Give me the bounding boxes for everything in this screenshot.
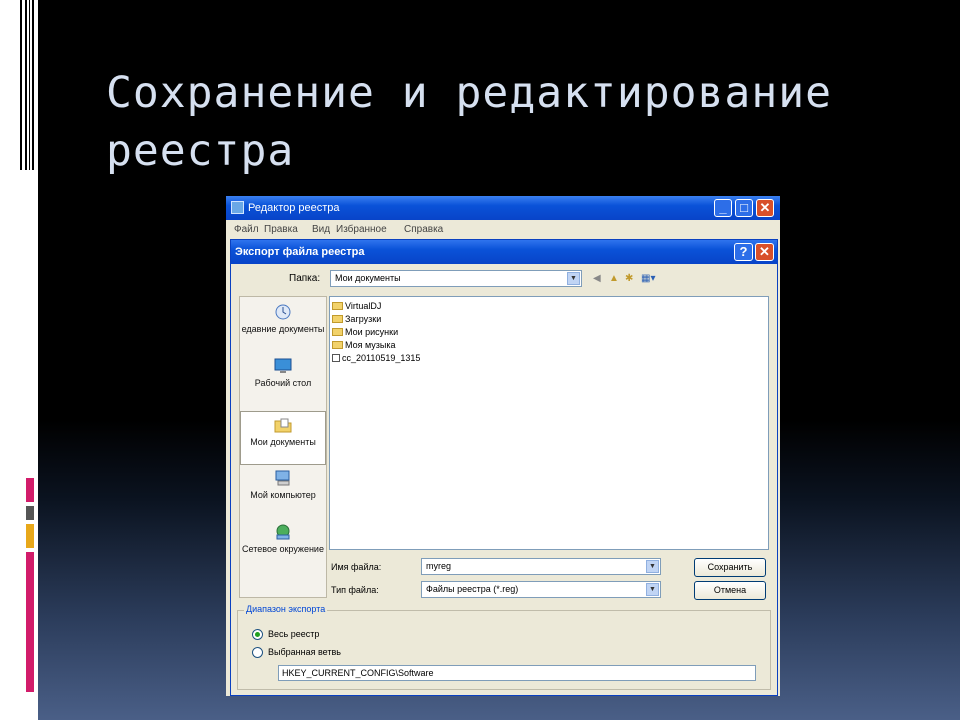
- place-desktop-label: Рабочий стол: [254, 378, 312, 388]
- filetype-value: Файлы реестра (*.reg): [426, 584, 519, 594]
- view-menu-icon[interactable]: ▦▾: [641, 273, 655, 284]
- file-list[interactable]: VirtualDJ Загрузки Мои рисунки Моя музык…: [329, 296, 769, 550]
- registry-editor-icon: [231, 201, 244, 214]
- list-item[interactable]: cc_20110519_1315: [332, 353, 420, 365]
- filename-input[interactable]: myreg ▼: [421, 558, 661, 575]
- folder-icon: [332, 341, 343, 349]
- filetype-select[interactable]: Файлы реестра (*.reg) ▼: [421, 581, 661, 598]
- list-item[interactable]: VirtualDJ: [332, 301, 381, 313]
- filename-value: myreg: [426, 561, 452, 571]
- maximize-button[interactable]: □: [735, 199, 753, 217]
- save-button[interactable]: Сохранить: [694, 558, 766, 577]
- filetype-label: Тип файла:: [331, 585, 379, 595]
- export-range-group: Диапазон экспорта Весь реестр Выбранная …: [237, 604, 771, 690]
- place-my-documents-label: Мои документы: [250, 437, 316, 447]
- window-titlebar: Редактор реестра _ □ ✕: [226, 196, 780, 220]
- radio-selected-branch[interactable]: [252, 647, 263, 658]
- branch-input[interactable]: HKEY_CURRENT_CONFIG\Software: [278, 665, 756, 681]
- menu-bar: Файл Правка Вид Избранное Справка: [226, 220, 780, 238]
- place-my-documents[interactable]: Мои документы: [240, 411, 326, 465]
- place-network-label: Сетевое окружение: [242, 544, 324, 554]
- help-button[interactable]: ?: [734, 243, 753, 261]
- desktop-icon: [274, 358, 292, 373]
- list-item[interactable]: Загрузки: [332, 314, 381, 326]
- my-documents-icon: [274, 418, 292, 433]
- recent-documents-icon: [275, 304, 291, 320]
- cancel-button[interactable]: Отмена: [694, 581, 766, 600]
- dialog-close-button[interactable]: ✕: [755, 243, 774, 261]
- chevron-down-icon[interactable]: ▼: [567, 272, 580, 285]
- minimize-button[interactable]: _: [714, 199, 732, 217]
- list-item[interactable]: Мои рисунки: [332, 327, 398, 339]
- folder-icon: [332, 328, 343, 336]
- export-range-label: Диапазон экспорта: [244, 604, 328, 614]
- filename-label: Имя файла:: [331, 562, 382, 572]
- place-network[interactable]: Сетевое окружение: [240, 523, 326, 555]
- chevron-down-icon[interactable]: ▼: [646, 583, 659, 596]
- menu-help[interactable]: Справка: [404, 224, 443, 235]
- up-folder-icon[interactable]: ▲: [609, 273, 619, 284]
- chevron-down-icon[interactable]: ▼: [646, 560, 659, 573]
- close-button[interactable]: ✕: [756, 199, 774, 217]
- dialog-titlebar: Экспорт файла реестра ? ✕: [231, 240, 777, 264]
- place-recent[interactable]: едавние документы: [240, 303, 326, 335]
- place-my-computer[interactable]: Мой компьютер: [240, 469, 326, 501]
- menu-favorites[interactable]: Избранное: [336, 224, 387, 235]
- folder-icon: [332, 302, 343, 310]
- folder-combo[interactable]: Мои документы ▼: [330, 270, 582, 287]
- list-item[interactable]: Моя музыка: [332, 340, 396, 352]
- back-icon[interactable]: ◀: [593, 273, 601, 284]
- place-my-computer-label: Мой компьютер: [250, 490, 316, 500]
- network-icon: [276, 524, 290, 540]
- my-computer-icon: [275, 470, 290, 486]
- place-recent-label: едавние документы: [241, 324, 325, 334]
- radio-branch-label: Выбранная ветвь: [268, 647, 341, 657]
- branch-value: HKEY_CURRENT_CONFIG\Software: [282, 668, 434, 678]
- places-bar: едавние документы Рабочий стол Мои докум…: [239, 296, 327, 598]
- registry-file-icon: [332, 354, 340, 362]
- folder-icon: [332, 315, 343, 323]
- menu-view[interactable]: Вид: [312, 224, 330, 235]
- menu-file[interactable]: Файл: [234, 224, 259, 235]
- menu-edit[interactable]: Правка: [264, 224, 298, 235]
- radio-all-registry[interactable]: [252, 629, 263, 640]
- slide-top-accent: [20, 0, 34, 170]
- folder-value: Мои документы: [335, 273, 401, 283]
- window-title: Редактор реестра: [248, 202, 340, 214]
- dialog-title: Экспорт файла реестра: [235, 246, 365, 258]
- registry-editor-screenshot: Редактор реестра _ □ ✕ Файл Правка Вид И…: [226, 196, 780, 696]
- slide-title: Сохранение и редактирование реестра: [106, 68, 832, 176]
- place-desktop[interactable]: Рабочий стол: [240, 357, 326, 389]
- new-folder-icon[interactable]: ✱: [625, 273, 633, 284]
- radio-all-label: Весь реестр: [268, 629, 320, 639]
- export-dialog: Экспорт файла реестра ? ✕ Папка: Мои док…: [230, 239, 778, 696]
- folder-label: Папка:: [289, 273, 321, 284]
